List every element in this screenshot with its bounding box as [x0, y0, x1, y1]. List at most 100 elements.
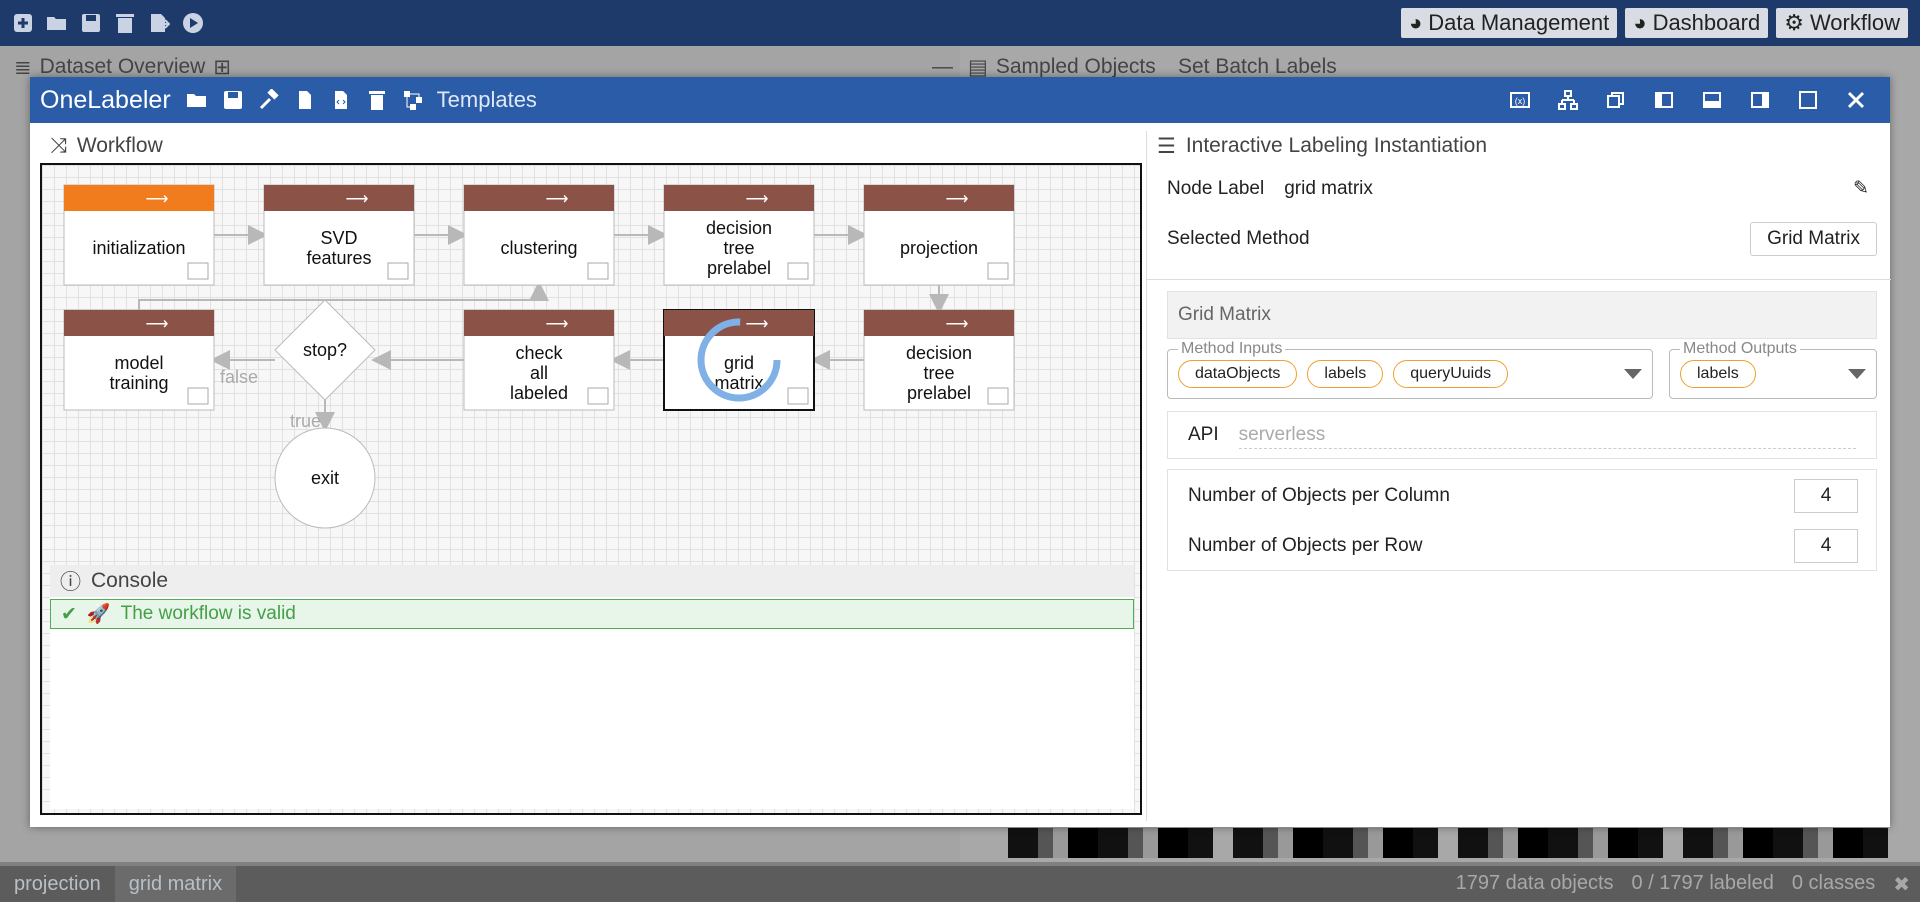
svg-text:all: all	[530, 363, 548, 383]
selected-method-button[interactable]: Grid Matrix	[1750, 222, 1877, 256]
console-header: ⓘ Console	[50, 565, 1134, 597]
method-inputs-field[interactable]: Method Inputs dataObjects labels queryUu…	[1167, 340, 1653, 399]
edit-icon[interactable]: ✎	[1853, 177, 1877, 201]
svg-text:projection: projection	[900, 238, 978, 258]
console-panel: ⓘ Console ✔ 🚀 The workflow is valid	[50, 565, 1134, 809]
workflow-node-n11[interactable]: exit	[274, 427, 376, 529]
svg-text:tree: tree	[923, 363, 954, 383]
input-chip-dataobjects[interactable]: dataObjects	[1178, 360, 1298, 388]
shuffle-icon: ⤨	[50, 134, 67, 157]
workflow-title: Workflow	[76, 134, 163, 157]
workflow-node-n9[interactable]: ⟶ gridmatrix	[663, 309, 815, 411]
svg-text:model: model	[114, 353, 163, 373]
status-tab-projection[interactable]: projection	[0, 866, 115, 902]
param-row: Number of Objects per Column 4	[1188, 478, 1858, 514]
workflow-node-n4[interactable]: ⟶ decisiontreeprelabel	[663, 184, 815, 286]
export-icon[interactable]	[148, 12, 170, 34]
grid-icon[interactable]: ⊞	[213, 55, 231, 80]
node-label-row: Node Label grid matrix ✎	[1167, 167, 1877, 211]
network-icon[interactable]	[1556, 88, 1580, 112]
layout-left-icon[interactable]	[1652, 88, 1676, 112]
data-management-button[interactable]: ◕ Data Management	[1400, 8, 1618, 38]
workflow-node-n8[interactable]: ⟶ checkalllabeled	[463, 309, 615, 411]
set-batch-labels-tab-label: Set Batch Labels	[1178, 55, 1337, 78]
app-toolbar: ◕ Data Management ◕ Dashboard ⚙ Workflow	[0, 0, 1920, 46]
workflow-node-n5[interactable]: ⟶ projection	[863, 184, 1015, 286]
instantiation-title: Interactive Labeling Instantiation	[1185, 134, 1488, 157]
param-row: Number of Objects per Row 4	[1188, 528, 1858, 564]
file-code-icon[interactable]	[329, 88, 353, 112]
thumbnail-strip	[1008, 828, 1888, 858]
save-icon[interactable]	[80, 12, 102, 34]
workflow-label: Workflow	[1809, 10, 1900, 35]
status-tab-grid-matrix[interactable]: grid matrix	[114, 866, 237, 902]
svg-text:⟶: ⟶	[946, 316, 969, 333]
svg-text:stop?: stop?	[303, 340, 347, 360]
sampled-objects-tab-label: Sampled Objects	[995, 55, 1156, 78]
method-outputs-legend: Method Outputs	[1680, 340, 1800, 358]
hammer-icon[interactable]	[257, 88, 281, 112]
edge-label-true: true	[290, 411, 321, 431]
method-outputs-field[interactable]: Method Outputs labels	[1669, 340, 1877, 399]
objects-per-row-input[interactable]: 4	[1794, 529, 1858, 563]
workflow-node-n10[interactable]: ⟶ decisiontreeprelabel	[863, 309, 1015, 411]
edge-label-false: false	[220, 367, 258, 387]
api-label: API	[1188, 424, 1219, 445]
file-icon: ▤	[968, 55, 988, 79]
method-name-box: Grid Matrix	[1167, 291, 1877, 339]
chevron-down-icon[interactable]	[1848, 369, 1866, 379]
svg-text:⟶: ⟶	[746, 316, 769, 333]
close-icon[interactable]	[1844, 88, 1868, 112]
input-chip-labels[interactable]: labels	[1307, 360, 1384, 388]
workflow-node-n6[interactable]: ⟶ modeltraining	[63, 309, 215, 411]
trash-icon[interactable]	[114, 12, 136, 34]
workflow-node-n7[interactable]: stop?	[274, 299, 376, 401]
input-chip-queryuuids[interactable]: queryUuids	[1393, 360, 1509, 388]
info-icon: ⓘ	[60, 571, 81, 594]
folder-open-icon[interactable]	[46, 12, 68, 34]
svg-text:features: features	[306, 248, 371, 268]
api-input[interactable]: serverless	[1238, 421, 1856, 449]
folder-open-icon[interactable]	[185, 88, 209, 112]
chevron-down-icon[interactable]	[1624, 369, 1642, 379]
maximize-icon[interactable]	[1796, 88, 1820, 112]
save-icon[interactable]	[221, 88, 245, 112]
svg-text:exit: exit	[311, 468, 339, 488]
layout-bottom-icon[interactable]	[1700, 88, 1724, 112]
objects-per-column-input[interactable]: 4	[1794, 479, 1858, 513]
labeled-count: 0 / 1797 labeled	[1631, 871, 1774, 894]
svg-text:check: check	[515, 343, 563, 363]
variable-icon[interactable]: (x)	[1508, 88, 1532, 112]
play-icon[interactable]	[182, 12, 204, 34]
data-management-label: Data Management	[1428, 10, 1610, 35]
workflow-canvas[interactable]: ⟶ initialization ⟶ SVD features ⟶ clustering ⟶ d…	[40, 163, 1142, 815]
workflow-header: ⤨ Workflow	[40, 131, 1142, 161]
layout-right-icon[interactable]	[1748, 88, 1772, 112]
gears-icon: ⚙	[1784, 10, 1804, 35]
check-circle-icon: ✔	[61, 603, 77, 625]
dashboard-button[interactable]: ◕ Dashboard	[1625, 8, 1769, 38]
svg-text:(x): (x)	[1515, 96, 1526, 106]
svg-text:tree: tree	[723, 238, 754, 258]
output-chip-labels[interactable]: labels	[1680, 360, 1756, 388]
svg-text:⟶: ⟶	[746, 191, 769, 208]
plus-square-icon[interactable]	[12, 12, 34, 34]
dataset-overview-title: Dataset Overview	[39, 55, 206, 78]
workflow-node-n3[interactable]: ⟶ clustering	[463, 184, 615, 286]
workflow-node-n1[interactable]: ⟶ initialization	[63, 184, 215, 286]
workflow-pane: ⤨ Workflow ⟶ initialization ⟶ SVD features ⟶ c…	[40, 131, 1142, 817]
svg-text:labeled: labeled	[510, 383, 568, 403]
file-icon[interactable]	[293, 88, 317, 112]
trash-icon[interactable]	[365, 88, 389, 112]
node-label-value: grid matrix	[1284, 178, 1373, 199]
workflow-node-n2[interactable]: ⟶ SVDfeatures	[263, 184, 415, 286]
close-circle-icon[interactable]: ✖	[1893, 872, 1910, 897]
workflow-modal: OneLabeler Templates (x) ⤨ Workflow ⟶ ini…	[30, 77, 1891, 827]
restore-icon[interactable]	[1604, 88, 1628, 112]
workflow-button[interactable]: ⚙ Workflow	[1776, 8, 1908, 38]
selected-method-row: Selected Method Grid Matrix	[1167, 217, 1877, 261]
workflow-graph: ⟶ initialization ⟶ SVDfeatures ⟶ clustering ⟶ d…	[63, 184, 1015, 529]
templates-button[interactable]: Templates	[437, 87, 537, 113]
sitemap-icon[interactable]	[401, 88, 425, 112]
svg-text:initialization: initialization	[92, 238, 185, 258]
